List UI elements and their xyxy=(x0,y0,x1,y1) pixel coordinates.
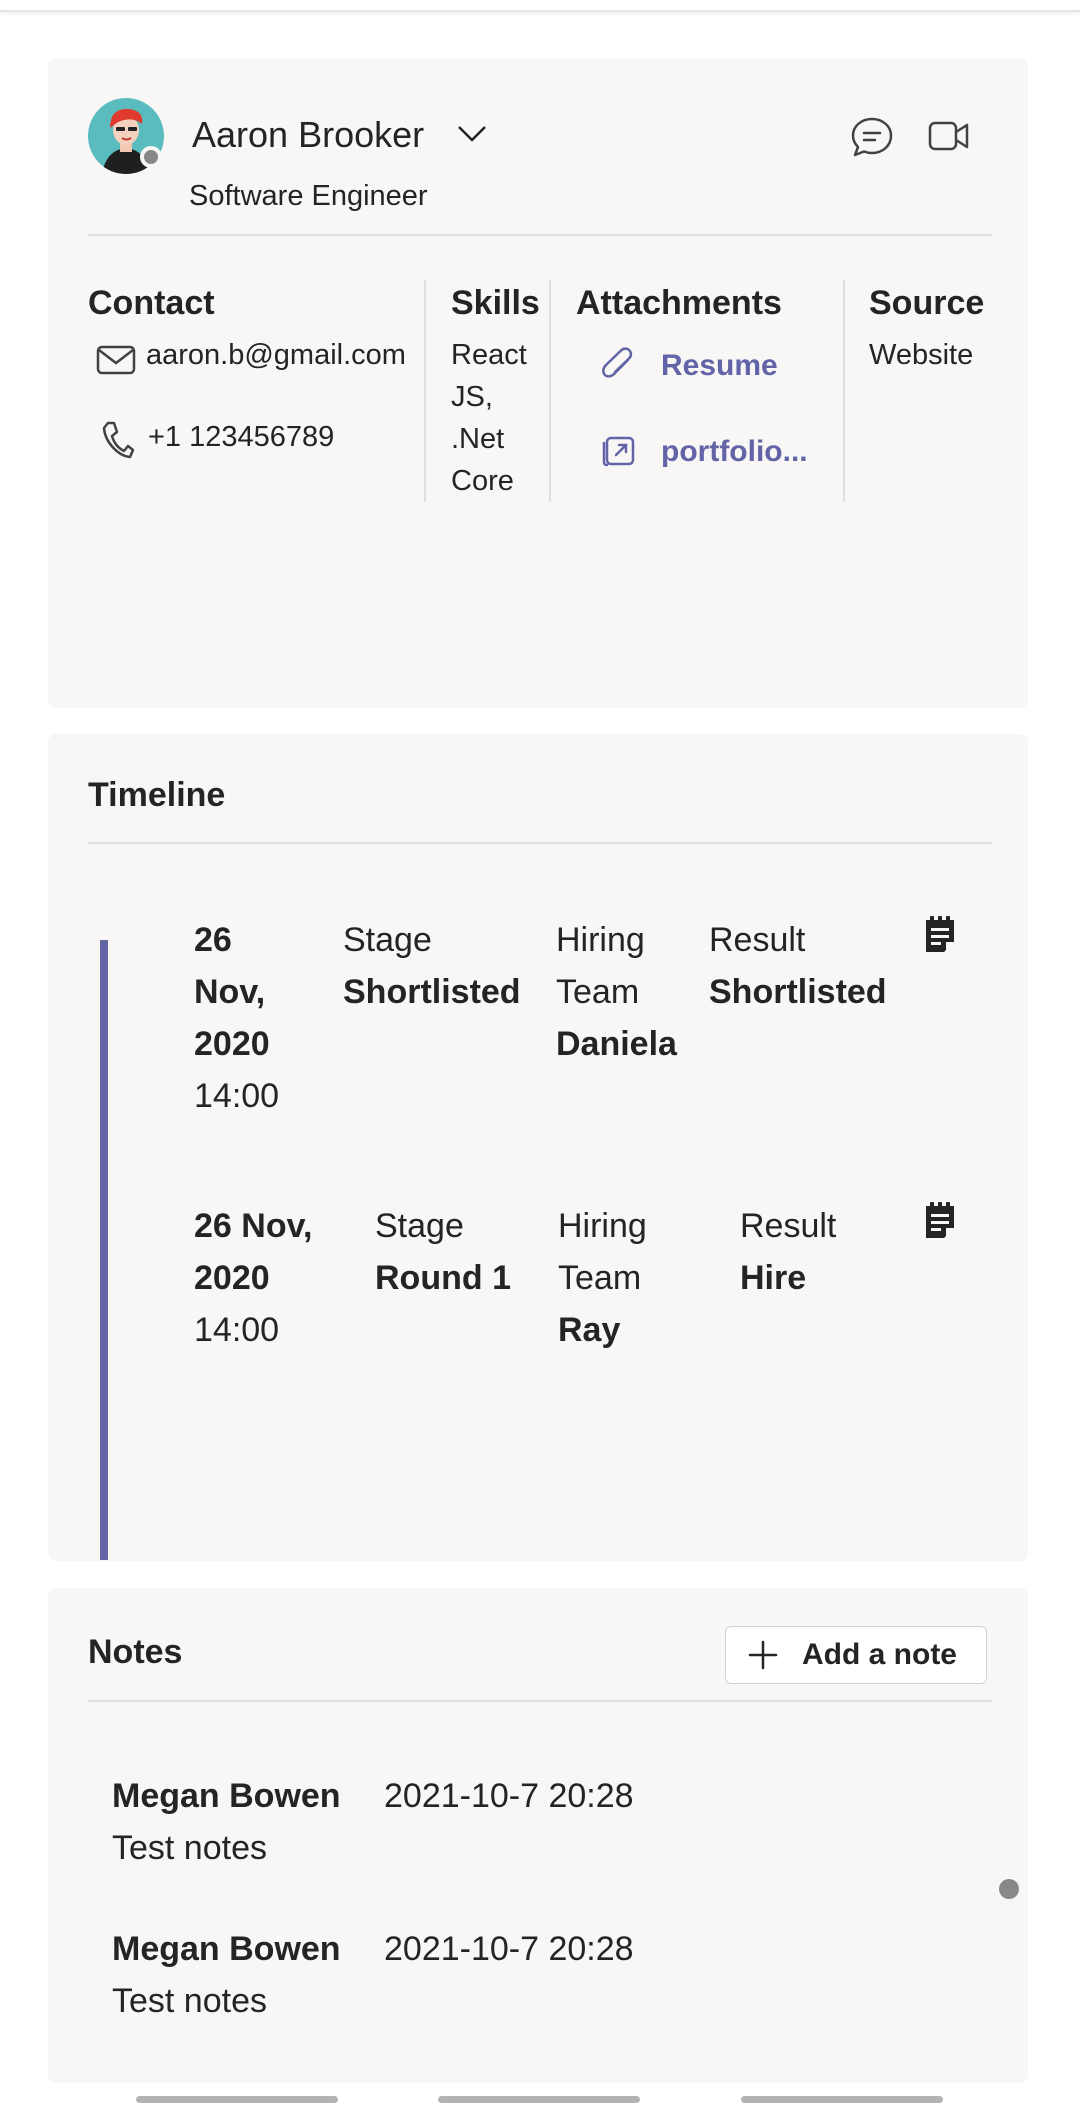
notes-card: Notes Add a note Megan Bowen 2021-10-7 2… xyxy=(48,1588,1028,2083)
notes-title: Notes xyxy=(88,1633,183,1671)
skills-heading: Skills xyxy=(451,284,540,322)
paperclip-icon xyxy=(601,347,637,390)
chat-icon[interactable] xyxy=(850,116,894,161)
skills-line: React xyxy=(451,339,527,371)
resume-link[interactable]: Resume xyxy=(661,349,778,383)
candidate-name: Aaron Brooker xyxy=(192,114,425,155)
attachments-heading: Attachments xyxy=(576,284,782,322)
source-heading: Source xyxy=(869,284,985,322)
note-icon[interactable] xyxy=(924,916,956,957)
phone-icon xyxy=(100,420,135,465)
entry-hiring-team: Hiring Team Ray xyxy=(558,1207,647,1349)
timeline-divider xyxy=(88,842,992,844)
note-timestamp: 2021-10-7 20:28 xyxy=(384,1930,634,1968)
candidate-role: Software Engineer xyxy=(189,180,428,212)
timeline-bar xyxy=(100,940,108,1560)
add-note-button[interactable]: Add a note xyxy=(725,1626,987,1684)
chevron-down-icon[interactable] xyxy=(456,124,488,147)
entry-stage: Stage Round 1 xyxy=(375,1207,511,1297)
mail-icon xyxy=(96,345,136,380)
skills-line: Core xyxy=(451,465,514,497)
entry-date: 26 Nov, 2020 14:00 xyxy=(194,921,280,1115)
entry-result: Result Hire xyxy=(740,1207,837,1297)
note-text: Test notes xyxy=(112,1829,267,1867)
note-author: Megan Bowen xyxy=(112,1930,341,1968)
skills-line: JS, xyxy=(451,381,493,413)
notes-divider xyxy=(88,1700,992,1702)
contact-phone[interactable]: +1 123456789 xyxy=(148,416,334,458)
top-shadow-bar xyxy=(0,0,1080,12)
entry-date: 26 Nov, 2020 14:00 xyxy=(194,1207,313,1349)
timeline-card: Timeline 26 Nov, 2020 14:00 Stage Shortl… xyxy=(48,734,1028,1561)
column-divider xyxy=(843,280,845,502)
entry-result: Result Shortlisted xyxy=(709,921,887,1011)
presence-status-dot xyxy=(140,146,162,168)
source-value: Website xyxy=(869,339,974,371)
candidate-profile-card: Aaron Brooker Software Engineer Contact … xyxy=(48,58,1028,708)
video-call-icon[interactable] xyxy=(928,120,970,155)
profile-divider xyxy=(88,234,992,236)
add-note-label: Add a note xyxy=(802,1638,957,1671)
skills-line: .Net xyxy=(451,423,505,455)
portfolio-link[interactable]: portfolio... xyxy=(661,435,808,469)
pager-bar[interactable] xyxy=(136,2096,338,2103)
plus-icon xyxy=(748,1640,778,1670)
note-timestamp: 2021-10-7 20:28 xyxy=(384,1777,634,1815)
note-text: Test notes xyxy=(112,1982,267,2020)
note-icon[interactable] xyxy=(924,1202,956,1243)
entry-hiring-team: Hiring Team Daniela xyxy=(556,921,677,1063)
pager-bar[interactable] xyxy=(438,2096,640,2103)
entry-stage: Stage Shortlisted xyxy=(343,921,521,1011)
column-divider xyxy=(424,280,426,502)
contact-email[interactable]: aaron.b@gmail.com xyxy=(146,334,406,376)
contact-heading: Contact xyxy=(88,284,215,322)
timeline-title: Timeline xyxy=(88,776,226,814)
note-author: Megan Bowen xyxy=(112,1777,341,1815)
open-external-icon xyxy=(601,432,637,473)
pager-bar[interactable] xyxy=(741,2096,943,2103)
scroll-indicator[interactable] xyxy=(999,1879,1019,1899)
column-divider xyxy=(549,280,551,502)
